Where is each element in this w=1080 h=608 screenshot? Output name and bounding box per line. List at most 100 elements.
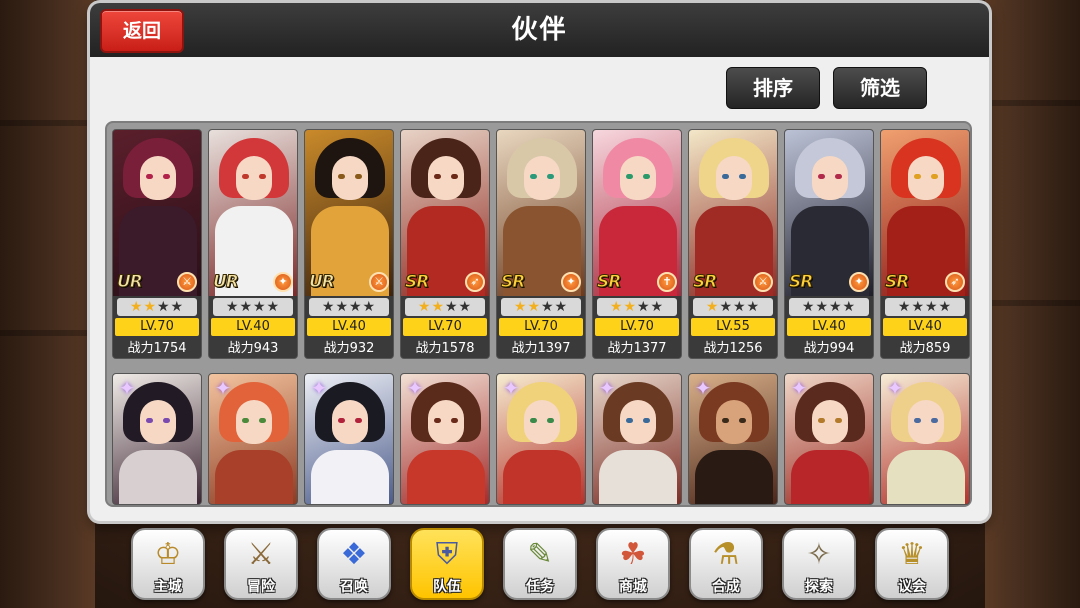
partner-card[interactable]: ✦ [400, 373, 490, 505]
class-icon: ⚔ [177, 272, 197, 292]
partner-grid: UR ⚔ ★★★★ LV.70 战力1754 UR ✦ ★★★★ LV.40 战… [105, 121, 972, 507]
nav-summon[interactable]: ❖ 召唤 [317, 528, 391, 600]
rarity-label: SR [788, 272, 813, 293]
partner-card[interactable]: SR ➶ ★★★★ LV.70 战力1578 [400, 129, 490, 359]
partner-card[interactable]: UR ⚔ ★★★★ LV.40 战力932 [304, 129, 394, 359]
rarity-label: SR [692, 272, 717, 293]
star-rating: ★★★★ [309, 298, 389, 316]
partner-card[interactable]: SR ➶ ★★★★ LV.40 战力859 [880, 129, 970, 359]
background-plank [985, 300, 1080, 306]
class-icon: ✝ [657, 272, 677, 292]
level-label: LV.40 [787, 318, 871, 336]
flask-icon: ⚗ [712, 537, 740, 572]
partners-panel: 伙伴 返回 排序 筛选 UR ⚔ ★★★★ LV.70 战力1754 UR ✦ … [90, 3, 989, 521]
star-rating: ★★★★ [789, 298, 869, 316]
class-icon: ➶ [465, 272, 485, 292]
rarity-label: UR [117, 272, 144, 293]
gem-icon: ✦ [598, 376, 616, 400]
partner-card[interactable]: SR ✦ ★★★★ LV.40 战力994 [784, 129, 874, 359]
crown-icon: ♛ [898, 537, 926, 572]
sort-button[interactable]: 排序 [726, 67, 820, 109]
nav-label: 探索 [805, 579, 833, 595]
gem-icon: ✦ [886, 376, 904, 400]
star-rating: ★★★★ [405, 298, 485, 316]
back-button[interactable]: 返回 [100, 9, 184, 53]
partner-card[interactable]: ✦ [880, 373, 970, 505]
power-label: 战力859 [881, 338, 969, 358]
crossed-swords-icon: ⚔ [247, 537, 275, 572]
level-label: LV.40 [883, 318, 967, 336]
partner-card[interactable]: ✦ [304, 373, 394, 505]
partner-card[interactable]: SR ✦ ★★★★ LV.70 战力1397 [496, 129, 586, 359]
nav-synthesis[interactable]: ⚗ 合成 [689, 528, 763, 600]
gem-icon: ✦ [790, 376, 808, 400]
nav-label: 任务 [526, 579, 554, 595]
level-label: LV.55 [691, 318, 775, 336]
power-label: 战力994 [785, 338, 873, 358]
partner-card[interactable]: ✦ [784, 373, 874, 505]
nav-quest[interactable]: ✎ 任务 [503, 528, 577, 600]
class-icon: ✦ [273, 272, 293, 292]
gem-icon: ✦ [694, 376, 712, 400]
partner-card[interactable]: ✦ [688, 373, 778, 505]
gem-icon: ✦ [118, 376, 136, 400]
nav-shop[interactable]: ☘ 商城 [596, 528, 670, 600]
quest-scroll-icon: ✎ [527, 537, 553, 572]
star-rating: ★★★★ [117, 298, 197, 316]
rarity-label: UR [213, 272, 240, 293]
nav-team[interactable]: ⛨ 队伍 [410, 528, 484, 600]
background-plank [985, 100, 1080, 106]
filter-button[interactable]: 筛选 [833, 67, 927, 109]
nav-label: 队伍 [433, 579, 461, 595]
background-plank [0, 330, 95, 336]
power-label: 战力1397 [497, 338, 585, 358]
background-left [0, 0, 95, 608]
power-label: 战力932 [305, 338, 393, 358]
partner-card[interactable]: ✦ [592, 373, 682, 505]
compass-icon: ✧ [806, 537, 832, 572]
power-label: 战力1754 [113, 338, 201, 358]
rarity-label: SR [500, 272, 525, 293]
nav-main-city[interactable]: ♔ 主城 [131, 528, 205, 600]
power-label: 战力943 [209, 338, 297, 358]
winged-shield-icon: ⛨ [435, 537, 459, 572]
class-icon: ⚔ [753, 272, 773, 292]
gem-icon: ✦ [310, 376, 328, 400]
partner-card[interactable]: SR ⚔ ★★★★ LV.55 战力1256 [688, 129, 778, 359]
level-label: LV.70 [403, 318, 487, 336]
class-icon: ✦ [849, 272, 869, 292]
background-plank [0, 120, 95, 126]
partner-card[interactable]: UR ⚔ ★★★★ LV.70 战力1754 [112, 129, 202, 359]
castle-icon: ♔ [154, 537, 182, 572]
rarity-label: SR [884, 272, 909, 293]
partner-card[interactable]: SR ✝ ★★★★ LV.70 战力1377 [592, 129, 682, 359]
gem-icon: ✦ [406, 376, 424, 400]
level-label: LV.40 [211, 318, 295, 336]
partner-card[interactable]: ✦ [112, 373, 202, 505]
page-title: 伙伴 [511, 15, 568, 45]
power-label: 战力1578 [401, 338, 489, 358]
star-rating: ★★★★ [501, 298, 581, 316]
nav-label: 主城 [154, 579, 182, 595]
partner-card[interactable]: ✦ [496, 373, 586, 505]
star-rating: ★★★★ [213, 298, 293, 316]
level-label: LV.40 [307, 318, 391, 336]
star-rating: ★★★★ [597, 298, 677, 316]
rarity-label: SR [404, 272, 429, 293]
level-label: LV.70 [499, 318, 583, 336]
rarity-label: UR [309, 272, 336, 293]
partner-card[interactable]: ✦ [208, 373, 298, 505]
nav-label: 冒险 [247, 579, 275, 595]
nav-adventure[interactable]: ⚔ 冒险 [224, 528, 298, 600]
nav-explore[interactable]: ✧ 探索 [782, 528, 856, 600]
summon-card-icon: ❖ [340, 537, 368, 572]
star-rating: ★★★★ [693, 298, 773, 316]
power-label: 战力1256 [689, 338, 777, 358]
power-label: 战力1377 [593, 338, 681, 358]
nav-council[interactable]: ♛ 议会 [875, 528, 949, 600]
class-icon: ⚔ [369, 272, 389, 292]
level-label: LV.70 [595, 318, 679, 336]
nav-label: 召唤 [340, 579, 368, 595]
partner-card[interactable]: UR ✦ ★★★★ LV.40 战力943 [208, 129, 298, 359]
shop-tree-icon: ☘ [619, 537, 647, 572]
